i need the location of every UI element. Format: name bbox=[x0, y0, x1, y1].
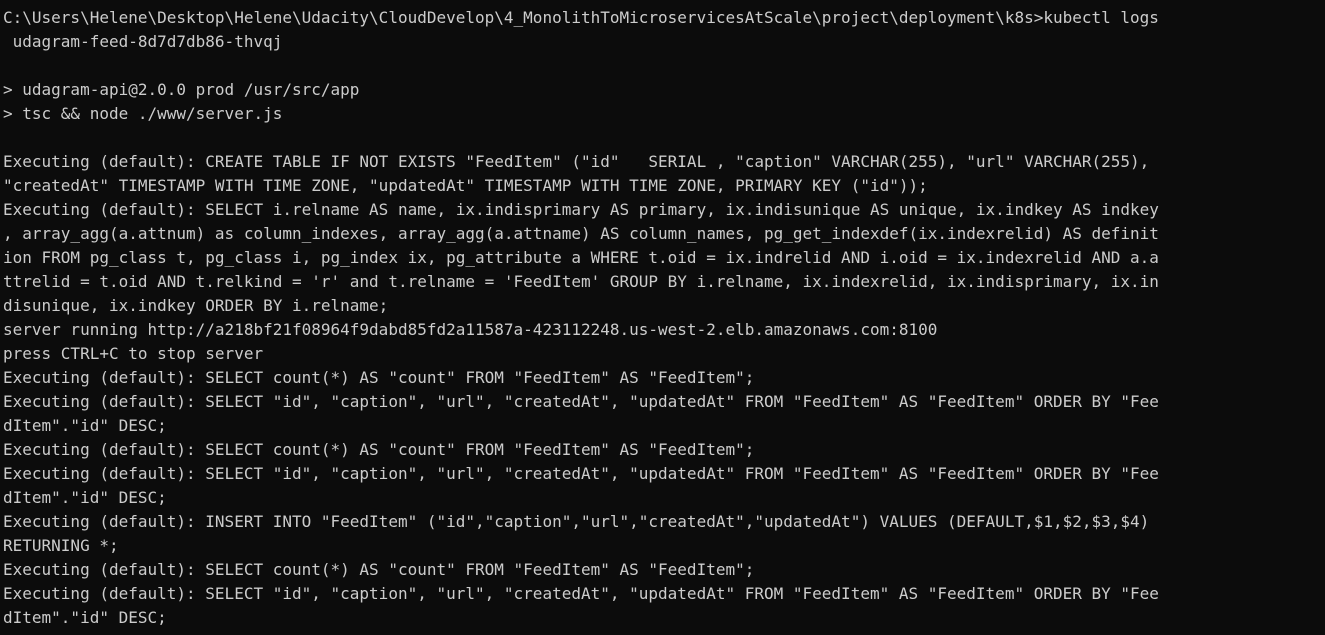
terminal-line: ion FROM pg_class t, pg_class i, pg_inde… bbox=[3, 248, 1159, 267]
terminal-line: > udagram-api@2.0.0 prod /usr/src/app bbox=[3, 80, 360, 99]
terminal-line: > tsc && node ./www/server.js bbox=[3, 104, 283, 123]
terminal-line: "createdAt" TIMESTAMP WITH TIME ZONE, "u… bbox=[3, 176, 928, 195]
terminal-line: dItem"."id" DESC; bbox=[3, 608, 167, 627]
terminal-line: Executing (default): SELECT "id", "capti… bbox=[3, 584, 1159, 603]
terminal-line: , array_agg(a.attnum) as column_indexes,… bbox=[3, 224, 1159, 243]
terminal-window[interactable]: C:\Users\Helene\Desktop\Helene\Udacity\C… bbox=[0, 0, 1325, 635]
terminal-line: Executing (default): SELECT i.relname AS… bbox=[3, 200, 1159, 219]
terminal-line: press CTRL+C to stop server bbox=[3, 344, 264, 363]
terminal-output: C:\Users\Helene\Desktop\Helene\Udacity\C… bbox=[3, 6, 1159, 630]
terminal-line: server running http://a218bf21f08964f9da… bbox=[3, 320, 938, 339]
terminal-line: Executing (default): INSERT INTO "FeedIt… bbox=[3, 512, 1150, 531]
terminal-line: Executing (default): SELECT "id", "capti… bbox=[3, 464, 1159, 483]
terminal-line: ttrelid = t.oid AND t.relkind = 'r' and … bbox=[3, 272, 1159, 291]
terminal-line: dItem"."id" DESC; bbox=[3, 416, 167, 435]
terminal-line: Executing (default): SELECT count(*) AS … bbox=[3, 440, 755, 459]
terminal-line: disunique, ix.indkey ORDER BY i.relname; bbox=[3, 296, 389, 315]
terminal-line: Executing (default): SELECT count(*) AS … bbox=[3, 368, 755, 387]
terminal-line: udagram-feed-8d7d7db86-thvqj bbox=[3, 32, 283, 51]
terminal-line: dItem"."id" DESC; bbox=[3, 488, 167, 507]
terminal-line: Executing (default): SELECT "id", "capti… bbox=[3, 392, 1159, 411]
terminal-line: C:\Users\Helene\Desktop\Helene\Udacity\C… bbox=[3, 8, 1159, 27]
terminal-line: Executing (default): CREATE TABLE IF NOT… bbox=[3, 152, 1150, 171]
terminal-line: Executing (default): SELECT count(*) AS … bbox=[3, 560, 755, 579]
terminal-line: RETURNING *; bbox=[3, 536, 119, 555]
